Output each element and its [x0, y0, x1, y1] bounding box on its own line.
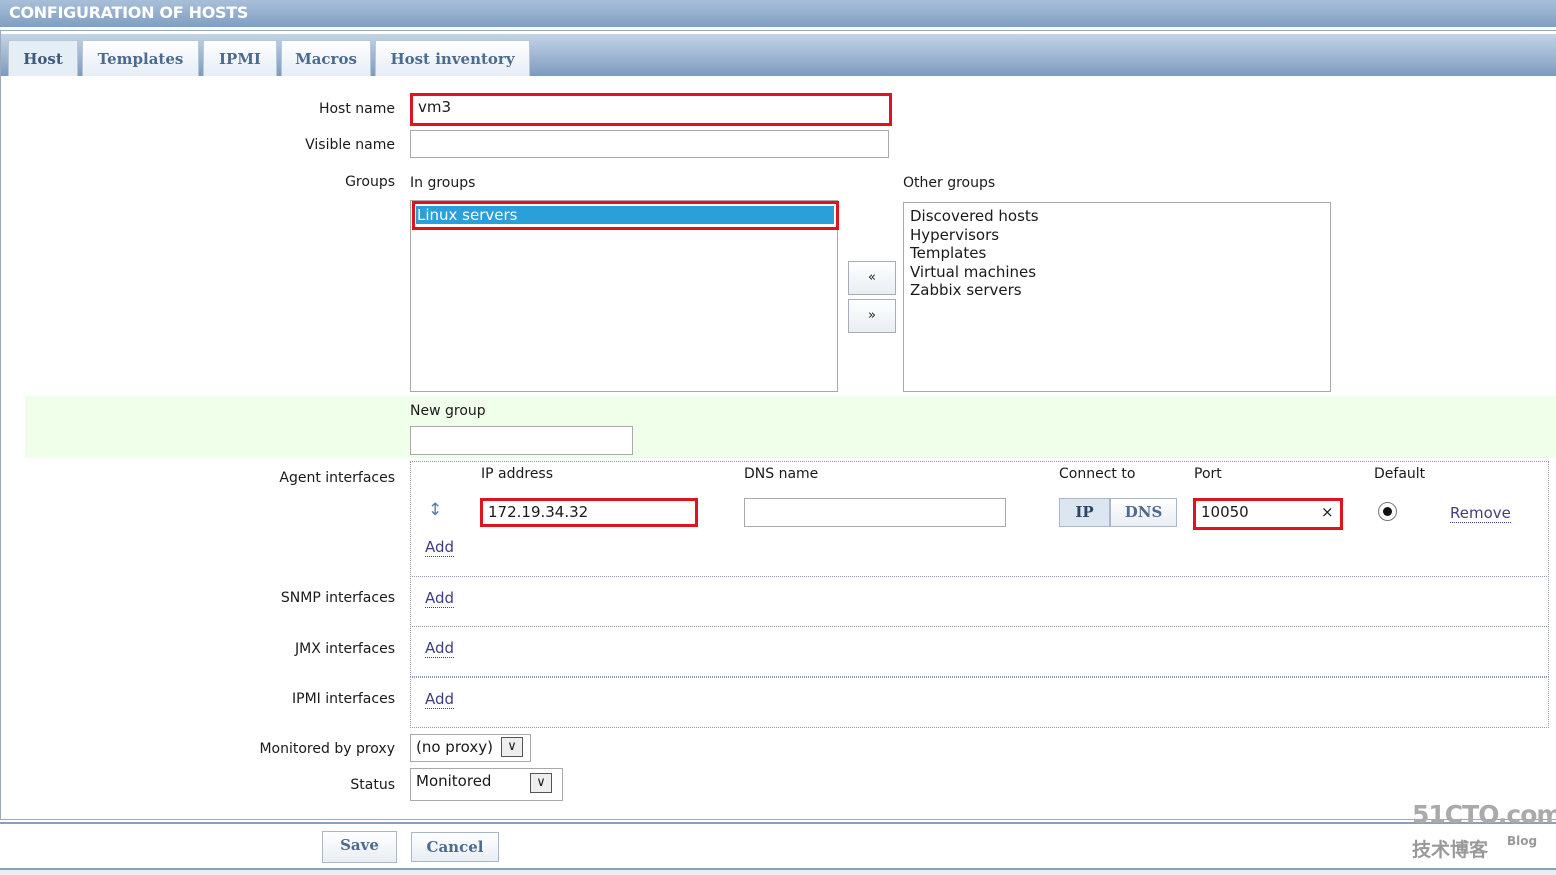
connect-ip-button[interactable]: IP — [1059, 498, 1110, 527]
watermark-blog: Blog — [1507, 834, 1538, 848]
col-default: Default — [1374, 466, 1426, 482]
ipmi-interfaces-label: IPMI interfaces — [292, 691, 395, 707]
groups-label: Groups — [345, 174, 395, 190]
col-dns-name: DNS name — [744, 466, 819, 482]
add-agent-interface-link[interactable]: Add — [425, 539, 455, 557]
agent-interfaces-label: Agent interfaces — [279, 470, 395, 486]
snmp-interfaces-section — [410, 576, 1549, 627]
connect-dns-button[interactable]: DNS — [1110, 498, 1177, 527]
move-left-button[interactable]: « — [848, 261, 896, 295]
add-ipmi-interface-link[interactable]: Add — [425, 691, 455, 709]
group-option[interactable]: Discovered hosts — [910, 207, 1324, 226]
snmp-interfaces-label: SNMP interfaces — [280, 590, 395, 606]
add-jmx-interface-link[interactable]: Add — [425, 640, 455, 658]
new-group-label: New group — [410, 403, 486, 419]
chevron-down-icon[interactable]: ∨ — [530, 773, 552, 793]
add-snmp-interface-link[interactable]: Add — [425, 590, 455, 608]
footer-bar — [0, 822, 1556, 870]
status-value: Monitored — [416, 772, 492, 790]
dns-name-input[interactable] — [744, 498, 1006, 527]
page-header: CONFIGURATION OF HOSTS — [0, 0, 1556, 27]
default-radio[interactable] — [1378, 502, 1397, 521]
status-label: Status — [350, 777, 395, 793]
group-option[interactable]: Templates — [910, 244, 1324, 263]
host-name-input[interactable]: vm3 — [410, 93, 892, 126]
tab-templates[interactable]: Templates — [82, 40, 199, 76]
visible-name-input[interactable] — [410, 130, 889, 158]
group-option[interactable]: Virtual machines — [910, 263, 1324, 282]
jmx-interfaces-label: JMX interfaces — [295, 641, 395, 657]
tab-host-inventory[interactable]: Host inventory — [375, 40, 530, 76]
new-group-row — [25, 396, 1556, 458]
move-right-button[interactable]: » — [848, 299, 896, 333]
footer-strip — [0, 870, 1556, 875]
col-port: Port — [1194, 466, 1222, 482]
new-group-input[interactable] — [410, 426, 633, 455]
visible-name-label: Visible name — [305, 137, 395, 153]
proxy-label: Monitored by proxy — [259, 741, 395, 757]
tab-macros[interactable]: Macros — [281, 40, 371, 76]
other-groups-list[interactable]: Discovered hosts Hypervisors Templates V… — [903, 202, 1331, 392]
ip-address-input[interactable]: 172.19.34.32 — [480, 498, 698, 527]
proxy-value: (no proxy) — [416, 738, 493, 756]
host-name-label: Host name — [318, 101, 395, 117]
col-ip-address: IP address — [481, 466, 554, 482]
col-connect-to: Connect to — [1059, 466, 1136, 482]
save-button[interactable]: Save — [322, 831, 397, 863]
ipmi-interfaces-section — [410, 677, 1549, 728]
watermark-subtitle: 技术博客 — [1412, 839, 1489, 861]
drag-handle-icon[interactable]: ↕ — [428, 500, 442, 520]
in-groups-label: In groups — [410, 175, 476, 191]
cancel-button[interactable]: Cancel — [411, 832, 499, 862]
group-option[interactable]: Zabbix servers — [910, 281, 1324, 300]
remove-interface-link[interactable]: Remove — [1450, 505, 1511, 523]
group-option[interactable]: Hypervisors — [910, 226, 1324, 245]
chevron-down-icon[interactable]: ∨ — [501, 737, 523, 757]
tab-ipmi[interactable]: IPMI — [203, 40, 277, 76]
tab-host[interactable]: Host — [8, 40, 78, 76]
group-option-selected[interactable]: Linux servers — [416, 206, 834, 224]
watermark-logo: 51CTO.com — [1412, 800, 1556, 829]
other-groups-label: Other groups — [903, 175, 996, 191]
clear-icon[interactable]: × — [1321, 503, 1334, 521]
jmx-interfaces-section — [410, 626, 1549, 677]
